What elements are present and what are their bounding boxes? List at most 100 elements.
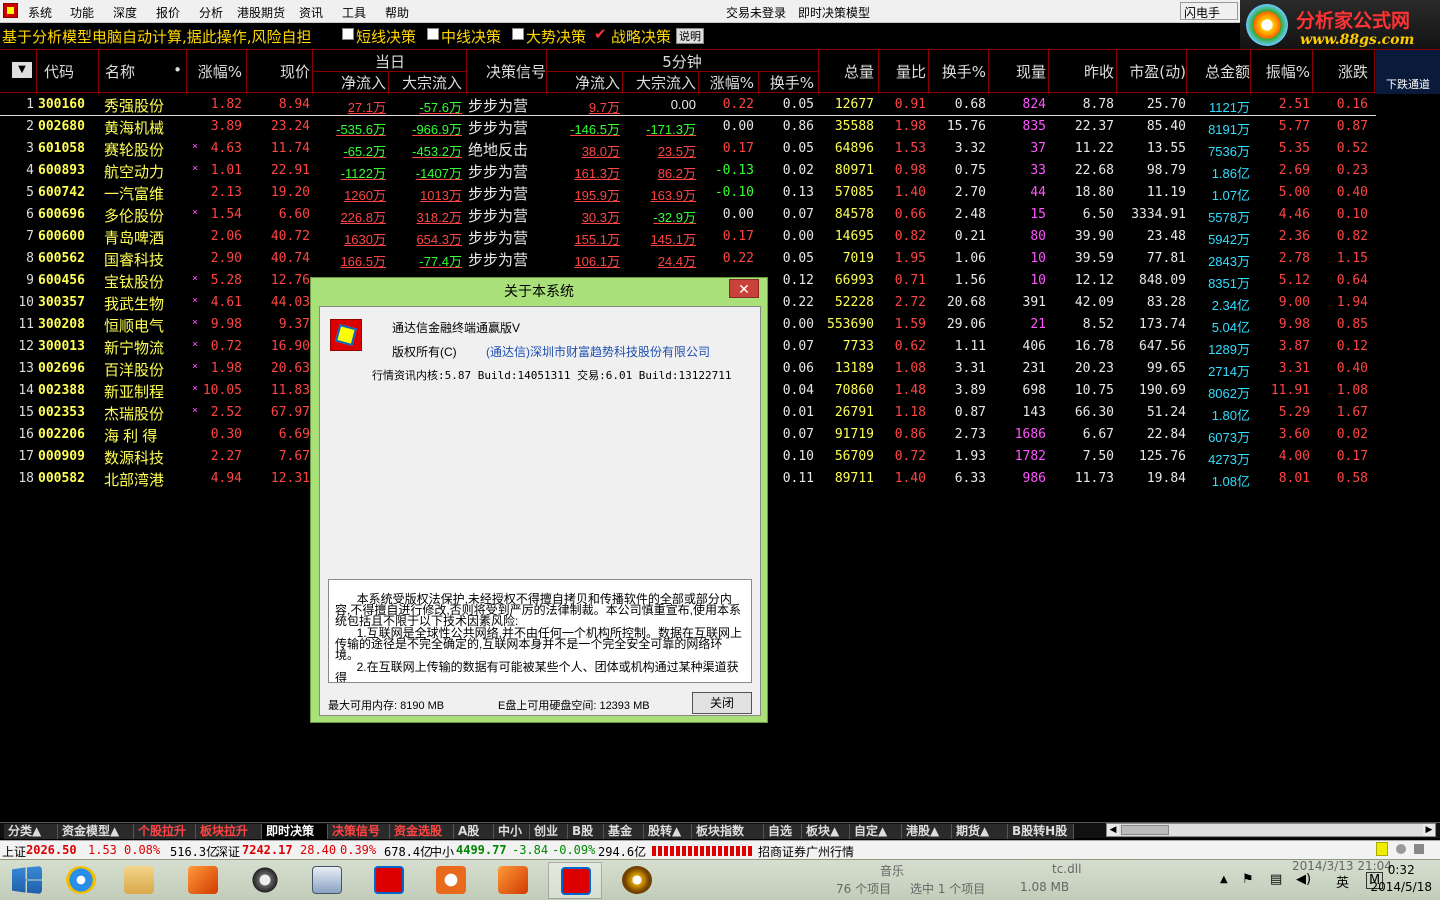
- tab-0[interactable]: 分类▲: [4, 824, 58, 839]
- col-diff[interactable]: 涨跌: [1314, 61, 1368, 82]
- tab-9[interactable]: 创业: [530, 824, 568, 839]
- tab-5[interactable]: 决策信号: [328, 824, 390, 839]
- col-price[interactable]: 现价: [250, 61, 310, 82]
- col-pe[interactable]: 市盈(动): [1118, 61, 1186, 82]
- sound-icon[interactable]: [1396, 844, 1406, 854]
- col-code[interactable]: 代码: [44, 61, 74, 82]
- start-button[interactable]: [0, 862, 54, 899]
- tab-19[interactable]: B股转H股: [1008, 824, 1074, 839]
- col-today-net[interactable]: 净流入: [314, 72, 386, 93]
- col-five-net[interactable]: 净流入: [548, 72, 620, 93]
- menu-help[interactable]: 帮助: [385, 4, 409, 21]
- col-name[interactable]: 名称: [105, 61, 135, 82]
- tab-15[interactable]: 板块▲: [802, 824, 850, 839]
- taskbar-tdx-active[interactable]: [548, 862, 602, 899]
- col-change[interactable]: 涨幅%: [190, 61, 242, 82]
- col-current-vol[interactable]: 现量: [990, 61, 1046, 82]
- mid-term-checkbox[interactable]: [427, 28, 439, 40]
- tab-12[interactable]: 股转▲: [644, 824, 692, 839]
- table-row[interactable]: 3 601058 赛轮股份 4.63 11.74 -65.2万 -453.2万 绝地反击 38.…: [0, 138, 1376, 160]
- col-volume-ratio[interactable]: 量比: [880, 61, 926, 82]
- col-five-change[interactable]: 涨幅%: [700, 72, 754, 93]
- taskbar-app-2[interactable]: [238, 862, 292, 899]
- taskbar-ie[interactable]: [54, 862, 108, 899]
- taskbar-app-3[interactable]: [300, 862, 354, 899]
- clock[interactable]: 0:32 2014/5/18: [1370, 862, 1432, 896]
- tray-expand-icon[interactable]: ▲: [1220, 874, 1228, 885]
- column-menu-dropdown[interactable]: ▼: [12, 62, 32, 78]
- tab-11[interactable]: 基金: [604, 824, 644, 839]
- strategy-checkmark-icon[interactable]: ✔: [594, 25, 607, 43]
- dialog-close-button[interactable]: ✕: [729, 279, 759, 298]
- dialog-ok-button[interactable]: 关闭: [692, 692, 752, 714]
- market-trend-checkbox[interactable]: [512, 28, 524, 40]
- taskbar-app-5[interactable]: [610, 862, 664, 899]
- menu-hk-futures[interactable]: 港股期货: [237, 4, 285, 21]
- sz-value[interactable]: 7242.17: [242, 843, 293, 857]
- taskbar-player[interactable]: [424, 862, 478, 899]
- instant-decision-model[interactable]: 即时决策模型: [798, 4, 870, 21]
- short-term-label[interactable]: 短线决策: [356, 26, 416, 47]
- table-row[interactable]: 8 600562 国睿科技 2.90 40.74 166.5万 -77.4万 步步为营 106.…: [0, 248, 1376, 270]
- col-prev-close[interactable]: 昨收: [1050, 61, 1114, 82]
- table-row[interactable]: 6 600696 多伦股份 1.54 6.60 226.8万 318.2万 步步为营 30.3万…: [0, 204, 1376, 226]
- tab-18[interactable]: 期货▲: [952, 824, 1008, 839]
- col-turnover[interactable]: 换手%: [930, 61, 986, 82]
- tab-10[interactable]: B股: [568, 824, 604, 839]
- scroll-thumb[interactable]: [1121, 825, 1169, 835]
- lock-icon[interactable]: [1376, 842, 1388, 856]
- table-row[interactable]: 5 600742 一汽富维 2.13 19.20 1260万 1013万 步步为营 195.9万…: [0, 182, 1376, 204]
- tab-4[interactable]: 即时决策: [262, 824, 328, 839]
- tab-13[interactable]: 板块指数: [692, 824, 764, 839]
- broker-name[interactable]: 招商证券广州行情: [758, 843, 854, 860]
- menu-tools[interactable]: 工具: [342, 4, 366, 21]
- volume-icon[interactable]: ◀): [1296, 872, 1311, 887]
- table-row[interactable]: 2 002680 黄海机械 3.89 23.24 -535.6万 -966.9万 步步为营 -1…: [0, 116, 1376, 138]
- menu-depth[interactable]: 深度: [113, 4, 137, 21]
- network-icon[interactable]: ▤: [1270, 872, 1282, 887]
- menu-system[interactable]: 系统: [28, 4, 52, 21]
- horizontal-scrollbar[interactable]: ◀ ▶: [1106, 823, 1436, 837]
- col-signal[interactable]: 决策信号: [468, 61, 546, 82]
- tab-17[interactable]: 港股▲: [902, 824, 952, 839]
- tab-3[interactable]: 板块拉升: [196, 824, 262, 839]
- tab-7[interactable]: A股: [454, 824, 494, 839]
- strategy-label[interactable]: 战略决策: [611, 26, 671, 47]
- legal-notice[interactable]: 本系统受版权法保护,未经授权不得擅自拷贝和传播软件的全部或部分内容,不得擅自进行…: [328, 579, 752, 683]
- sh-value[interactable]: 2026.50: [26, 843, 77, 857]
- menu-news[interactable]: 资讯: [299, 4, 323, 21]
- short-term-checkbox[interactable]: [342, 28, 354, 40]
- col-amplitude[interactable]: 振幅%: [1252, 61, 1310, 82]
- taskbar-explorer[interactable]: [112, 862, 166, 899]
- ime-language[interactable]: 英: [1336, 872, 1349, 891]
- tab-8[interactable]: 中小: [494, 824, 530, 839]
- table-row[interactable]: 4 600893 航空动力 1.01 22.91 -1122万 -1407万 步步为营 161.…: [0, 160, 1376, 182]
- zx-value[interactable]: 4499.77: [456, 843, 507, 857]
- col-five-big[interactable]: 大宗流入: [624, 72, 696, 93]
- flash-trade-button[interactable]: 闪电手 行: [1180, 2, 1238, 37]
- scroll-left-icon[interactable]: ◀: [1107, 824, 1119, 836]
- col-amount[interactable]: 总金额: [1188, 61, 1250, 82]
- settings-icon[interactable]: [1414, 844, 1424, 854]
- flag-icon[interactable]: ⚑: [1242, 872, 1254, 887]
- tab-2[interactable]: 个股拉升: [134, 824, 196, 839]
- trade-login-status[interactable]: 交易未登录: [726, 4, 786, 21]
- mid-term-label[interactable]: 中线决策: [441, 26, 501, 47]
- taskbar-app-1[interactable]: [176, 862, 230, 899]
- menu-function[interactable]: 功能: [70, 4, 94, 21]
- market-trend-label[interactable]: 大势决策: [526, 26, 586, 47]
- menu-analysis[interactable]: 分析: [199, 4, 223, 21]
- table-row[interactable]: 7 600600 青岛啤酒 2.06 40.72 1630万 654.3万 步步为营 155.1…: [0, 226, 1376, 248]
- tab-16[interactable]: 自定▲: [850, 824, 902, 839]
- taskbar-tdx-1[interactable]: [362, 862, 416, 899]
- tab-6[interactable]: 资金选股: [390, 824, 454, 839]
- col-today-big[interactable]: 大宗流入: [390, 72, 462, 93]
- menu-quote[interactable]: 报价: [156, 4, 180, 21]
- help-button[interactable]: 说明: [676, 28, 704, 44]
- col-volume[interactable]: 总量: [820, 61, 874, 82]
- down-channel-indicator[interactable]: 下跌通道: [1376, 50, 1440, 94]
- table-row[interactable]: 1 300160 秀强股份 1.82 8.94 27.1万 -57.6万 步步为营 9.7万 0.…: [0, 94, 1376, 116]
- taskbar-app-4[interactable]: [486, 862, 540, 899]
- tab-1[interactable]: 资金模型▲: [58, 824, 134, 839]
- tab-14[interactable]: 自选: [764, 824, 802, 839]
